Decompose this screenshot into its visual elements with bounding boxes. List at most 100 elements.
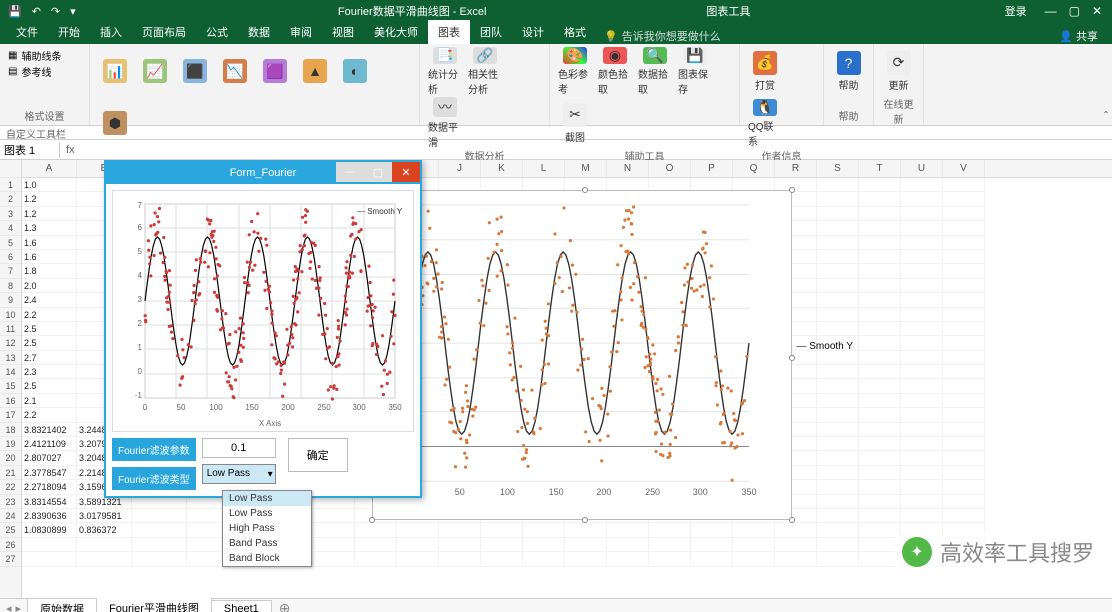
account-label[interactable]: 登录 — [1005, 3, 1027, 19]
btn-help[interactable]: ?帮助 — [832, 48, 865, 94]
btn-color-ref[interactable]: 🎨色彩参考 — [558, 48, 592, 94]
fourier-param-label[interactable]: Fourier滤波参数 — [112, 438, 196, 461]
ribbon: ▦ 辅助线条 ▤ 参考线 格式设置 📊 📈 ⬛ 📉 🟪 ▲ ◐ ⬢ 📑统计分析 … — [0, 44, 1112, 126]
sheet-tab[interactable]: Fourier平滑曲线图 — [96, 597, 212, 612]
bulb-icon: 💡 — [604, 30, 618, 43]
dropdown-option[interactable]: Low Pass — [223, 506, 311, 521]
fx-icon[interactable]: fx — [60, 144, 81, 156]
dialog-close-icon[interactable]: ✕ — [392, 162, 420, 182]
btn-data-pick[interactable]: 🔍数据拾取 — [638, 48, 672, 94]
ok-button[interactable]: 确定 — [288, 438, 348, 472]
document-title: Fourier数据平滑曲线图 - Excel — [338, 3, 487, 19]
fourier-dialog[interactable]: Form_Fourier — ▢ ✕ — [104, 160, 422, 498]
tab-file[interactable]: 文件 — [6, 20, 48, 44]
dialog-maximize-icon[interactable]: ▢ — [364, 162, 392, 182]
dialog-title: Form_Fourier — [230, 167, 297, 179]
btn-chart-save[interactable]: 💾图表保存 — [678, 48, 712, 94]
share-icon: 👤 — [1059, 31, 1073, 43]
svg-text:350: 350 — [388, 403, 402, 412]
sheet-nav-next-icon[interactable]: ▸ — [16, 602, 22, 612]
svg-text:100: 100 — [209, 403, 223, 412]
add-sheet-icon[interactable]: ⊕ — [271, 600, 299, 612]
close-icon[interactable]: ✕ — [1092, 4, 1102, 18]
title-bar: 💾 ↶ ↷ ▾ Fourier数据平滑曲线图 - Excel 图表工具 登录 —… — [0, 0, 1112, 22]
svg-text:3: 3 — [138, 295, 143, 304]
tab-beautify[interactable]: 美化大师 — [364, 20, 428, 44]
embedded-chart[interactable]: -101 234 567 050100 150200250 300350 — S… — [372, 190, 792, 520]
svg-text:300: 300 — [352, 403, 366, 412]
context-tab-title: 图表工具 — [706, 3, 750, 19]
name-box[interactable]: 图表 1 — [0, 142, 60, 158]
btn-correlation[interactable]: 🔗相关性分析 — [468, 48, 502, 94]
tab-insert[interactable]: 插入 — [90, 20, 132, 44]
svg-text:150: 150 — [549, 487, 564, 497]
ribbon-aux-lines[interactable]: ▦ 辅助线条 — [8, 48, 78, 62]
btn-qq[interactable]: 🐧QQ联系 — [748, 100, 782, 146]
redo-icon[interactable]: ↷ — [51, 5, 60, 18]
dialog-minimize-icon[interactable]: — — [336, 162, 364, 182]
ribbon-ref-lines[interactable]: ▤ 参考线 — [8, 64, 78, 78]
row-headers[interactable]: 1234567891011121314151617181920212223242… — [0, 160, 22, 598]
collapse-ribbon-icon[interactable]: ˆ — [1104, 109, 1108, 123]
minimize-icon[interactable]: — — [1045, 4, 1057, 18]
tab-format[interactable]: 格式 — [554, 20, 596, 44]
fourier-param-input[interactable]: 0.1 — [202, 438, 276, 458]
fourier-type-label[interactable]: Fourier滤波类型 — [112, 467, 196, 490]
undo-icon[interactable]: ↶ — [32, 5, 41, 18]
tab-view[interactable]: 视图 — [322, 20, 364, 44]
qat-more-icon[interactable]: ▾ — [70, 5, 76, 18]
watermark: ✦ 高效率工具搜罗 — [894, 532, 1102, 572]
svg-text:150: 150 — [245, 403, 259, 412]
tab-formulas[interactable]: 公式 — [196, 20, 238, 44]
group-label-update: 在线更新 — [882, 96, 915, 126]
tab-review[interactable]: 审阅 — [280, 20, 322, 44]
svg-text:50: 50 — [177, 403, 186, 412]
dropdown-option[interactable]: Band Block — [223, 551, 311, 566]
svg-text:0: 0 — [143, 403, 148, 412]
tab-data[interactable]: 数据 — [238, 20, 280, 44]
btn-smooth[interactable]: 〰数据平滑 — [428, 100, 462, 146]
share-button[interactable]: 👤 共享 — [1051, 28, 1106, 44]
share-label: 共享 — [1076, 31, 1098, 43]
tab-design[interactable]: 设计 — [512, 20, 554, 44]
tab-team[interactable]: 团队 — [470, 20, 512, 44]
svg-text:350: 350 — [742, 487, 757, 497]
save-icon[interactable]: 💾 — [8, 5, 22, 18]
btn-update[interactable]: ⟳更新 — [882, 48, 915, 94]
ribbon-tabs: 文件 开始 插入 页面布局 公式 数据 审阅 视图 美化大师 图表 团队 设计 … — [0, 22, 1112, 44]
tab-home[interactable]: 开始 — [48, 20, 90, 44]
svg-text:250: 250 — [645, 487, 660, 497]
btn-screenshot[interactable]: ✂截图 — [558, 100, 592, 146]
svg-text:0: 0 — [138, 367, 143, 376]
btn-color-pick[interactable]: ◉颜色拾取 — [598, 48, 632, 94]
filter-type-dropdown[interactable]: Low Pass Low Pass High Pass Band Pass Ba… — [222, 490, 312, 567]
maximize-icon[interactable]: ▢ — [1069, 4, 1080, 18]
svg-text:50: 50 — [455, 487, 465, 497]
dropdown-option[interactable]: Low Pass — [223, 491, 311, 506]
sheet-tab[interactable]: 原始数据 — [27, 598, 97, 612]
tab-chart[interactable]: 图表 — [428, 20, 470, 44]
dialog-titlebar[interactable]: Form_Fourier — ▢ ✕ — [106, 162, 420, 184]
dropdown-option[interactable]: High Pass — [223, 521, 311, 536]
svg-text:5: 5 — [138, 247, 143, 256]
svg-text:1: 1 — [138, 343, 143, 352]
svg-text:200: 200 — [596, 487, 611, 497]
dropdown-option[interactable]: Band Pass — [223, 536, 311, 551]
svg-text:— Smooth Y: — Smooth Y — [357, 207, 403, 216]
btn-donate[interactable]: 💰打赏 — [748, 48, 782, 94]
svg-text:4: 4 — [138, 271, 143, 280]
watermark-text: 高效率工具搜罗 — [940, 536, 1094, 568]
fourier-type-combo[interactable]: Low Pass — [202, 464, 276, 484]
svg-text:300: 300 — [693, 487, 708, 497]
sheet-tab[interactable]: Sheet1 — [211, 600, 272, 612]
tell-me-search[interactable]: 💡 告诉我你想要做什么 — [604, 28, 721, 44]
btn-stat-analysis[interactable]: 📑统计分析 — [428, 48, 462, 94]
svg-text:2: 2 — [138, 319, 143, 328]
sheet-tab-bar: ◂ ▸ 原始数据 Fourier平滑曲线图 Sheet1 ⊕ — [0, 598, 1112, 612]
tab-layout[interactable]: 页面布局 — [132, 20, 196, 44]
group-label-format: 格式设置 — [8, 108, 81, 123]
dialog-chart-preview: -101 234 567 050100 150200250 300350 X A… — [112, 190, 414, 432]
svg-text:200: 200 — [281, 403, 295, 412]
sheet-nav-prev-icon[interactable]: ◂ — [6, 602, 12, 612]
svg-text:-1: -1 — [135, 391, 143, 400]
